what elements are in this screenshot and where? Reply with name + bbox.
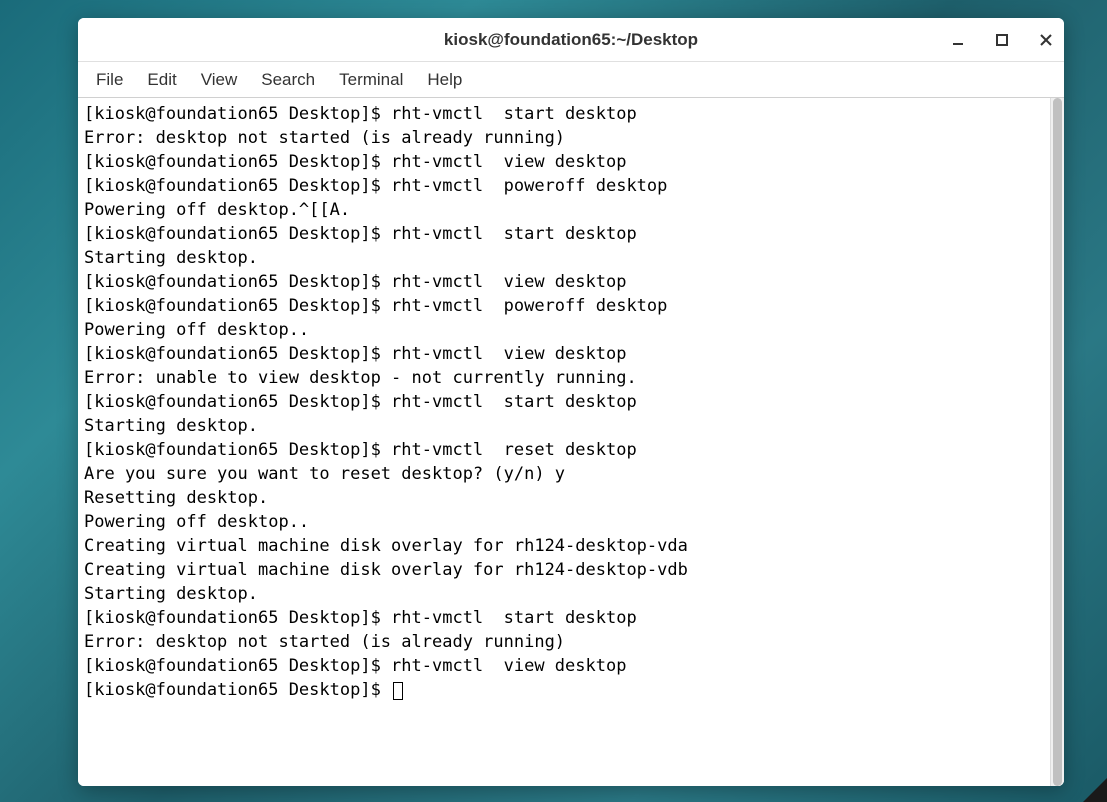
terminal-line: Powering off desktop.^[[A. bbox=[84, 198, 1044, 222]
terminal-line: [kiosk@foundation65 Desktop]$ rht-vmctl … bbox=[84, 390, 1044, 414]
menu-edit[interactable]: Edit bbox=[137, 66, 186, 94]
terminal-line: [kiosk@foundation65 Desktop]$ bbox=[84, 678, 1044, 702]
terminal-line: [kiosk@foundation65 Desktop]$ rht-vmctl … bbox=[84, 150, 1044, 174]
window-controls bbox=[948, 18, 1056, 61]
terminal-line: Powering off desktop.. bbox=[84, 318, 1044, 342]
terminal-line: Creating virtual machine disk overlay fo… bbox=[84, 558, 1044, 582]
terminal-line: Error: unable to view desktop - not curr… bbox=[84, 366, 1044, 390]
resize-corner-icon bbox=[1083, 778, 1107, 802]
terminal-line: Powering off desktop.. bbox=[84, 510, 1044, 534]
minimize-button[interactable] bbox=[948, 30, 968, 50]
close-button[interactable] bbox=[1036, 30, 1056, 50]
terminal-line: [kiosk@foundation65 Desktop]$ rht-vmctl … bbox=[84, 606, 1044, 630]
close-icon bbox=[1039, 33, 1053, 47]
menu-terminal[interactable]: Terminal bbox=[329, 66, 413, 94]
terminal-line: [kiosk@foundation65 Desktop]$ rht-vmctl … bbox=[84, 174, 1044, 198]
window-title: kiosk@foundation65:~/Desktop bbox=[444, 30, 698, 50]
terminal-line: [kiosk@foundation65 Desktop]$ rht-vmctl … bbox=[84, 222, 1044, 246]
terminal-line: Starting desktop. bbox=[84, 246, 1044, 270]
maximize-button[interactable] bbox=[992, 30, 1012, 50]
menu-file[interactable]: File bbox=[86, 66, 133, 94]
menu-view[interactable]: View bbox=[191, 66, 248, 94]
terminal-window: kiosk@foundation65:~/Desktop File Edit V… bbox=[78, 18, 1064, 786]
scrollbar[interactable] bbox=[1050, 98, 1064, 786]
maximize-icon bbox=[996, 34, 1008, 46]
terminal-line: Starting desktop. bbox=[84, 582, 1044, 606]
terminal-area: [kiosk@foundation65 Desktop]$ rht-vmctl … bbox=[78, 98, 1064, 786]
scrollbar-thumb[interactable] bbox=[1053, 98, 1062, 786]
menu-help[interactable]: Help bbox=[417, 66, 472, 94]
terminal-line: [kiosk@foundation65 Desktop]$ rht-vmctl … bbox=[84, 270, 1044, 294]
menubar: File Edit View Search Terminal Help bbox=[78, 62, 1064, 98]
terminal-line: Starting desktop. bbox=[84, 414, 1044, 438]
terminal-line: [kiosk@foundation65 Desktop]$ rht-vmctl … bbox=[84, 654, 1044, 678]
terminal-line: Error: desktop not started (is already r… bbox=[84, 126, 1044, 150]
cursor-icon bbox=[393, 682, 403, 700]
terminal-line: [kiosk@foundation65 Desktop]$ rht-vmctl … bbox=[84, 342, 1044, 366]
terminal-line: Creating virtual machine disk overlay fo… bbox=[84, 534, 1044, 558]
terminal-line: [kiosk@foundation65 Desktop]$ rht-vmctl … bbox=[84, 438, 1044, 462]
minimize-icon bbox=[951, 33, 965, 47]
terminal-line: Error: desktop not started (is already r… bbox=[84, 630, 1044, 654]
terminal-line: Are you sure you want to reset desktop? … bbox=[84, 462, 1044, 486]
terminal-line: [kiosk@foundation65 Desktop]$ rht-vmctl … bbox=[84, 294, 1044, 318]
titlebar: kiosk@foundation65:~/Desktop bbox=[78, 18, 1064, 62]
terminal-line: [kiosk@foundation65 Desktop]$ rht-vmctl … bbox=[84, 102, 1044, 126]
terminal-content[interactable]: [kiosk@foundation65 Desktop]$ rht-vmctl … bbox=[78, 98, 1050, 786]
menu-search[interactable]: Search bbox=[251, 66, 325, 94]
terminal-line: Resetting desktop. bbox=[84, 486, 1044, 510]
